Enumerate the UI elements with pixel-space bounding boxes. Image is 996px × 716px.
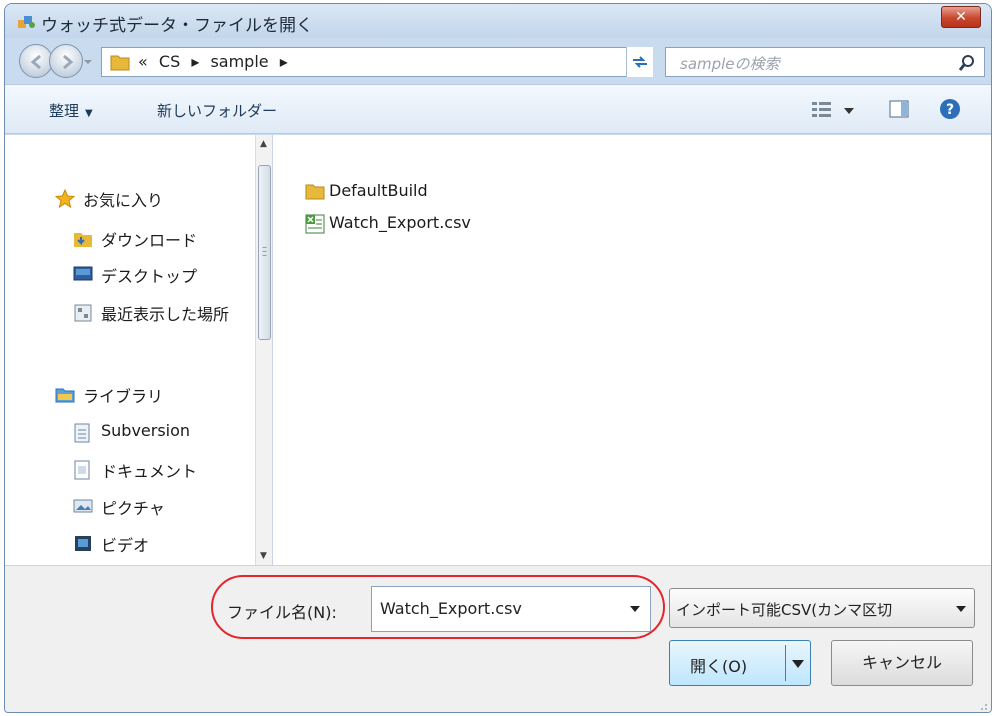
breadcrumb: « CS ▸ sample ▸ <box>138 52 294 71</box>
folder-icon <box>110 55 130 71</box>
chevron-down-icon <box>956 606 966 612</box>
nav-item-label: ダウンロード <box>101 231 198 250</box>
refresh-button[interactable] <box>626 47 653 77</box>
recent-places-icon <box>74 304 92 322</box>
back-arrow-icon <box>30 54 41 70</box>
breadcrumb-sample[interactable]: sample <box>210 52 268 71</box>
file-name: DefaultBuild <box>329 181 428 200</box>
dialog-title: ウォッチ式データ・ファイルを開く <box>41 16 313 36</box>
view-options-icon[interactable] <box>811 100 833 118</box>
command-toolbar: 整理 ▼ 新しいフォルダー ? <box>5 84 991 134</box>
scroll-up-arrow-icon[interactable]: ▲ <box>260 139 267 149</box>
dialog-footer: ファイル名(N): Watch_Export.csv インポート可能CSV(カン… <box>5 565 991 712</box>
search-box[interactable]: sampleの検索 <box>665 47 985 77</box>
nav-item-label: お気に入り <box>83 191 164 210</box>
breadcrumb-overflow[interactable]: « <box>138 52 148 71</box>
help-icon[interactable]: ? <box>939 98 961 120</box>
breadcrumb-separator[interactable]: ▸ <box>280 52 288 71</box>
open-button-label: 開く(O) <box>690 657 748 676</box>
organize-label: 整理 <box>49 102 80 120</box>
nav-item-label: ドキュメント <box>101 462 198 481</box>
downloads-icon <box>74 233 92 247</box>
search-placeholder: sampleの検索 <box>680 55 780 73</box>
pictures-icon <box>73 499 93 513</box>
organize-button[interactable]: 整理 ▼ <box>49 100 93 121</box>
cancel-button[interactable]: キャンセル <box>831 640 973 686</box>
subversion-library-icon <box>74 423 90 443</box>
nav-pane-scrollbar[interactable]: ▲ – – – ▼ <box>255 135 273 565</box>
filename-label: ファイル名(N): <box>227 603 337 622</box>
close-button[interactable]: ✕ <box>941 6 981 28</box>
library-icon <box>55 388 75 403</box>
title-bar: ウォッチ式データ・ファイルを開く ✕ <box>5 4 991 38</box>
csv-file-icon <box>305 214 325 234</box>
file-type-value: インポート可能CSV(カンマ区切 <box>676 601 893 619</box>
breadcrumb-separator[interactable]: ▸ <box>191 52 199 71</box>
nav-item-label: ライブラリ <box>83 387 164 406</box>
svg-text:?: ? <box>946 102 954 118</box>
forward-arrow-icon <box>63 54 74 70</box>
open-file-dialog: ウォッチ式データ・ファイルを開く ✕ « CS ▸ sample ▸ sampl… <box>4 3 992 713</box>
documents-icon <box>74 460 90 480</box>
app-icon <box>18 16 35 28</box>
split-divider <box>785 645 786 681</box>
navigation-pane: お気に入り ダウンロード デスクトップ 最近表示した場所 ライブラリ Subve… <box>5 135 273 565</box>
folder-icon <box>305 184 325 200</box>
refresh-icon <box>633 56 647 68</box>
chevron-down-icon: ▼ <box>85 108 93 119</box>
navigation-bar: « CS ▸ sample ▸ sampleの検索 <box>5 38 991 84</box>
preview-pane-icon[interactable] <box>889 99 909 119</box>
star-icon <box>55 189 75 209</box>
nav-item-label: ビデオ <box>101 536 150 555</box>
chevron-down-icon[interactable] <box>630 606 640 612</box>
view-dropdown-icon[interactable] <box>844 108 854 114</box>
resize-grip-icon[interactable] <box>976 699 988 711</box>
filename-value: Watch_Export.csv <box>380 599 522 618</box>
content-area: お気に入り ダウンロード デスクトップ 最近表示した場所 ライブラリ Subve… <box>5 135 991 565</box>
scrollbar-thumb[interactable]: – – – <box>258 165 271 340</box>
file-type-select[interactable]: インポート可能CSV(カンマ区切 <box>669 588 975 628</box>
nav-item-label: Subversion <box>101 421 191 440</box>
new-folder-button[interactable]: 新しいフォルダー <box>157 100 277 121</box>
forward-button[interactable] <box>49 44 83 78</box>
videos-icon <box>75 536 91 551</box>
nav-item-label: 最近表示した場所 <box>101 305 230 324</box>
search-icon[interactable] <box>958 54 976 72</box>
nav-item-label: デスクトップ <box>101 267 198 286</box>
scroll-down-arrow-icon[interactable]: ▼ <box>260 551 267 561</box>
file-name: Watch_Export.csv <box>329 213 471 232</box>
filename-input[interactable]: Watch_Export.csv <box>371 586 651 632</box>
breadcrumb-cs[interactable]: CS <box>159 52 180 71</box>
address-bar[interactable]: « CS ▸ sample ▸ <box>101 47 653 77</box>
open-options-dropdown-icon[interactable] <box>792 660 804 668</box>
nav-item-label: ピクチャ <box>101 499 165 518</box>
grip-icon: – – – <box>262 242 267 261</box>
desktop-icon <box>73 266 93 281</box>
back-button[interactable] <box>19 44 53 78</box>
open-button[interactable]: 開く(O) <box>669 640 811 686</box>
recent-pages-dropdown-icon[interactable] <box>83 57 93 67</box>
